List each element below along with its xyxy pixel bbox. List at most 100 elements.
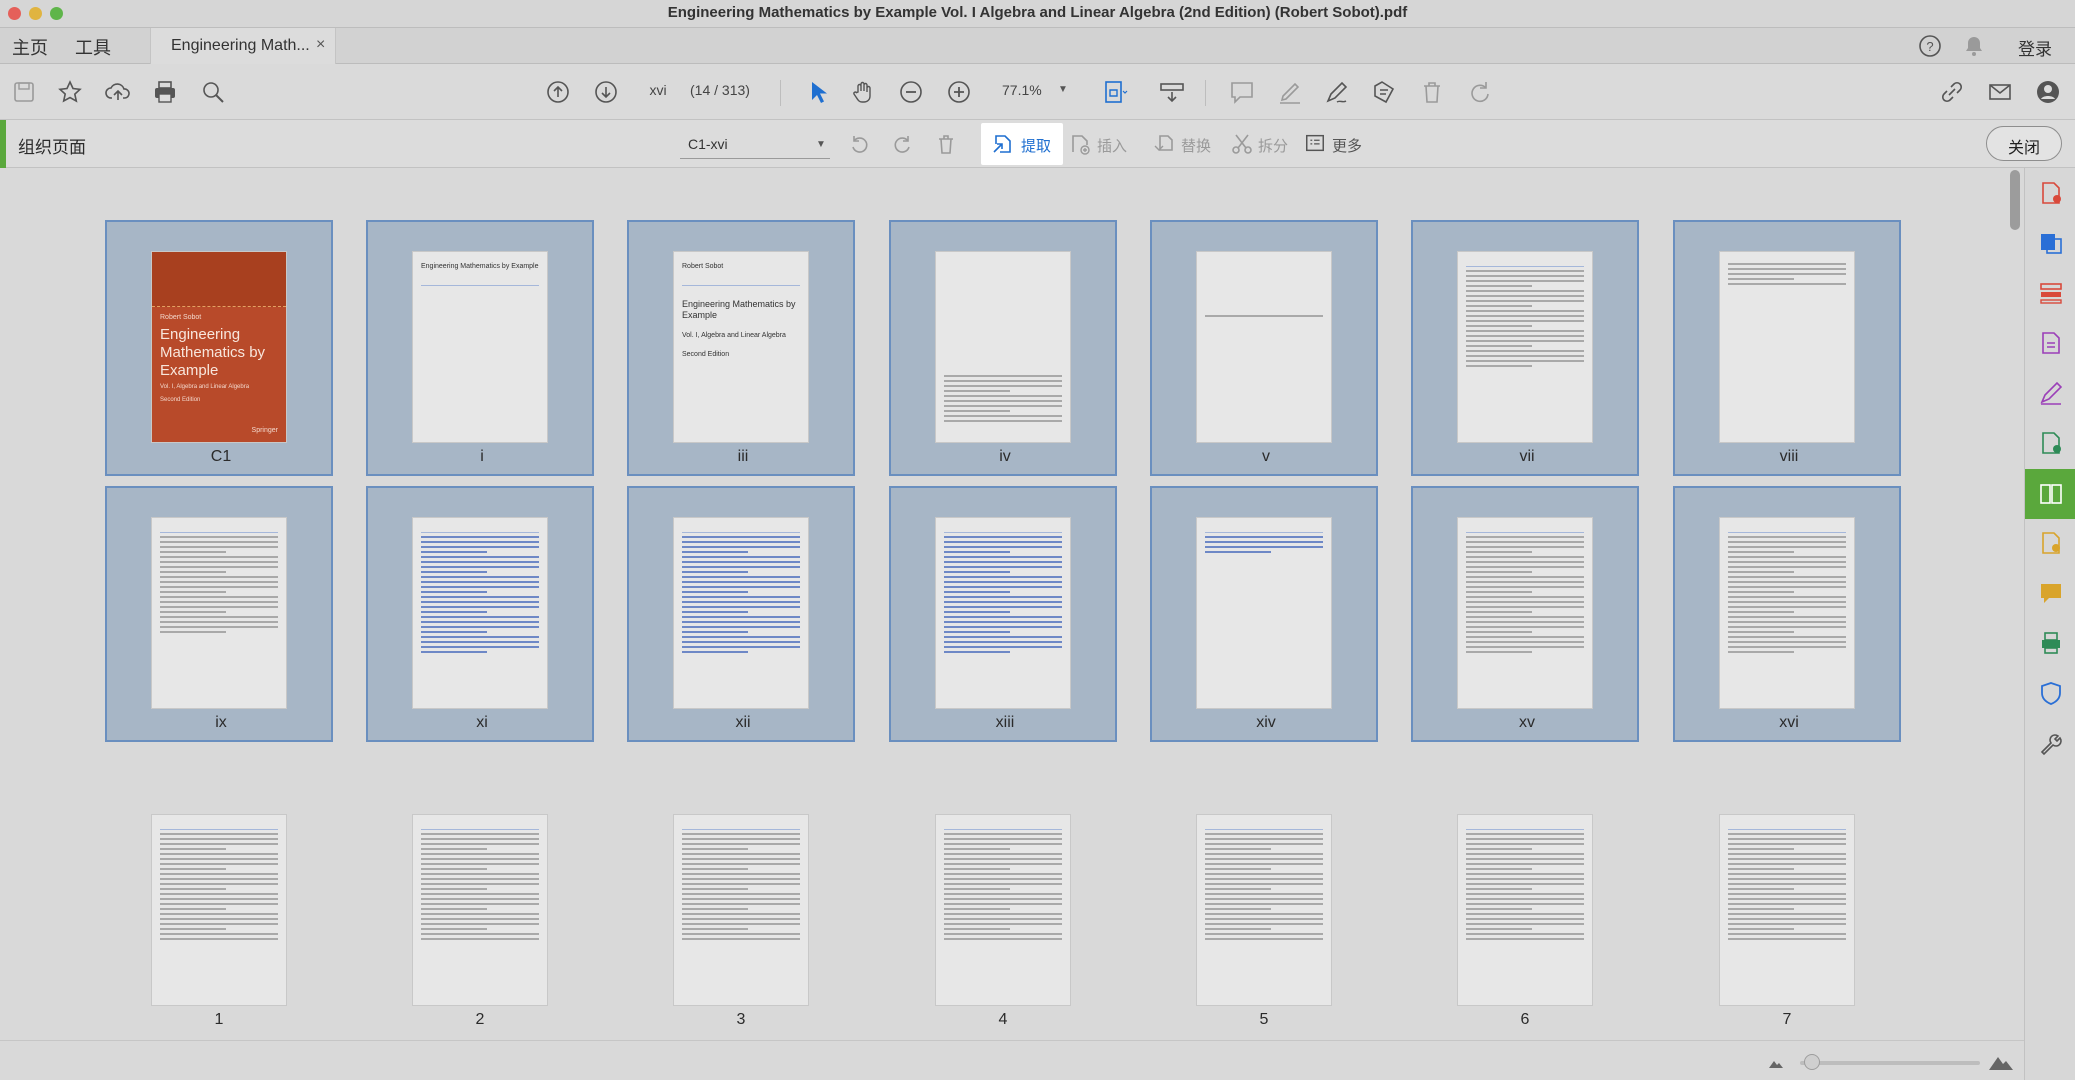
nav-tools[interactable]: 工具 [75,34,111,60]
thumbnail-text-line [421,928,487,930]
thumbnail-text-line [1466,345,1532,347]
select-pointer-icon[interactable] [803,78,831,106]
page-thumbnail[interactable]: xiii [889,486,1117,742]
page-thumbnail[interactable]: 2 [366,783,594,1039]
scroll-mode-icon[interactable] [1158,78,1186,106]
page-thumbnail[interactable]: xvi [1673,486,1901,742]
hand-tool-icon[interactable] [850,78,878,106]
page-number-input[interactable]: xvi [640,79,676,103]
page-thumbnail[interactable]: 3 [627,783,855,1039]
mail-icon[interactable] [1986,78,2014,106]
split-label[interactable]: 拆分 [1258,135,1288,156]
save-icon[interactable] [10,78,38,106]
previous-page-icon[interactable] [544,78,572,106]
page-thumbnail[interactable]: Robert Sobot Engineering Mathematics by E… [627,220,855,476]
thumbnail-text-line [1466,601,1584,603]
page-label: xii [735,714,751,731]
star-icon[interactable] [56,78,84,106]
help-icon[interactable]: ? [1918,34,1942,58]
organize-pages-icon[interactable] [2038,481,2064,507]
thumbnail-text-line [1466,290,1584,292]
small-mountain-icon[interactable] [1768,1057,1784,1069]
thumbnail-text-line [1205,551,1271,553]
bell-icon[interactable] [1962,34,1986,58]
page-thumbnail[interactable]: 4 [889,783,1117,1039]
thumbnail-text-line [160,923,278,925]
insert-page-icon[interactable] [1068,132,1092,156]
split-scissors-icon[interactable] [1230,132,1254,156]
combine-files-icon[interactable] [2038,430,2064,456]
edit-pdf-icon[interactable] [2038,280,2064,306]
page-range-select[interactable]: C1-xvi ▼ [680,129,830,159]
trash-icon[interactable] [1418,78,1446,106]
highlight-pen-icon[interactable] [1276,78,1304,106]
replace-page-icon[interactable] [1152,132,1176,156]
scan-ocr-icon[interactable] [2038,630,2064,656]
page-thumbnail[interactable]: ix [105,486,333,742]
nav-home[interactable]: 主页 [12,34,48,60]
page-thumbnail[interactable]: 6 [1411,783,1639,1039]
page-thumbnail[interactable]: Engineering Mathematics by Example i [366,220,594,476]
fill-sign-icon[interactable] [2038,380,2064,406]
chevron-down-icon[interactable]: ▼ [1058,84,1068,95]
thumbnail-text-line [1466,636,1584,638]
close-organize-button[interactable]: 关闭 [1986,126,2062,161]
convert-pdf-icon[interactable] [2038,230,2064,256]
page-fit-icon[interactable] [1100,78,1128,106]
page-label: 7 [1782,1011,1792,1028]
thumbnail-text-line [1466,938,1584,940]
export-pdf-icon[interactable] [2038,180,2064,206]
comment-icon[interactable] [1228,78,1256,106]
page-thumbnail[interactable]: v [1150,220,1378,476]
comment-tool-icon[interactable] [2038,580,2064,606]
thumbnail-size-slider-knob[interactable] [1804,1054,1820,1070]
page-thumbnail[interactable]: 1 [105,783,333,1039]
large-mountain-icon[interactable] [1988,1051,2014,1071]
rotate-right-icon[interactable] [890,132,914,156]
login-link[interactable]: 登录 [2018,35,2052,60]
page-thumbnail[interactable]: iv [889,220,1117,476]
thumbnail-text-line [1466,571,1532,573]
zoom-out-icon[interactable] [897,78,925,106]
sign-pen-icon[interactable] [1323,78,1351,106]
extract-button[interactable]: 提取 [981,123,1063,165]
replace-label[interactable]: 替换 [1181,135,1211,156]
close-tab-icon[interactable]: × [316,36,325,54]
send-for-review-icon[interactable] [2038,530,2064,556]
page-thumbnail[interactable]: viii [1673,220,1901,476]
account-icon[interactable] [2034,78,2062,106]
thumbnail-text-line [1728,858,1846,860]
more-tools-wrench-icon[interactable] [2038,730,2064,756]
cloud-upload-icon[interactable] [104,78,132,106]
zoom-search-icon[interactable] [199,78,227,106]
protect-shield-icon[interactable] [2038,680,2064,706]
thumbnail-text-line [1728,843,1846,845]
thumbnail-text-line [944,636,1062,638]
page-preview [1720,252,1854,442]
rotate-left-icon[interactable] [848,132,872,156]
create-pdf-icon[interactable] [2038,330,2064,356]
page-thumbnail[interactable]: 7 [1673,783,1901,1039]
page-thumbnail[interactable]: xii [627,486,855,742]
insert-label[interactable]: 插入 [1097,135,1127,156]
zoom-in-icon[interactable] [945,78,973,106]
page-thumbnail[interactable]: 5 [1150,783,1378,1039]
share-link-icon[interactable] [1938,78,1966,106]
titlepage-title: Engineering Mathematics by Example [682,299,796,320]
document-tab-label: Engineering Math... [171,37,310,54]
redo-icon[interactable] [1466,78,1494,106]
page-thumbnail[interactable]: xv [1411,486,1639,742]
vertical-scrollbar[interactable] [2010,170,2020,230]
page-thumbnail[interactable]: vii [1411,220,1639,476]
page-thumbnail[interactable]: xi [366,486,594,742]
thumbnail-size-slider[interactable] [1800,1061,1980,1065]
document-tab[interactable]: Engineering Math... × [150,28,336,64]
delete-page-icon[interactable] [934,132,958,156]
titlepage-author: Robert Sobot [682,263,724,270]
edit-text-icon[interactable] [1370,78,1398,106]
print-icon[interactable] [151,78,179,106]
page-thumbnail[interactable]: xiv [1150,486,1378,742]
next-page-icon[interactable] [592,78,620,106]
page-thumbnail[interactable]: Robert Sobot Engineering Mathematics by E… [105,220,333,476]
more-menu[interactable]: 更多 [1304,132,1374,156]
